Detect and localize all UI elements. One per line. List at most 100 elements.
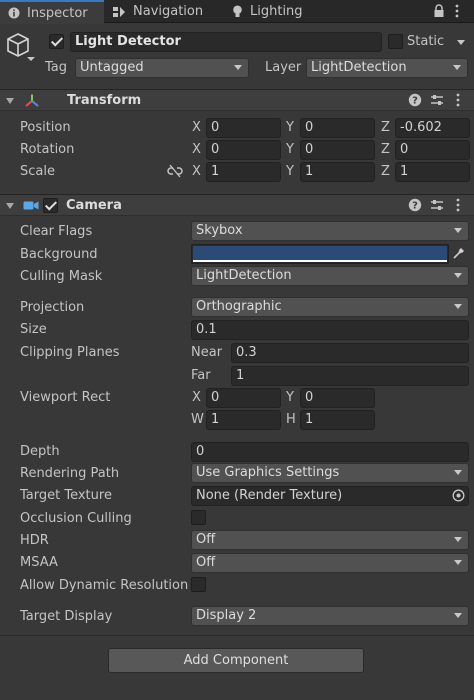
rotation-y-field[interactable]: 0 (300, 140, 375, 160)
scale-x-axis-label[interactable]: X (192, 164, 201, 179)
tab-inspector[interactable]: Inspector (0, 0, 104, 24)
rotation-label: Rotation (20, 142, 75, 157)
target-display-label: Target Display (20, 609, 113, 624)
viewport-w-field[interactable]: 1 (206, 410, 281, 430)
viewport-x-label[interactable]: X (192, 390, 201, 405)
tag-dropdown[interactable]: Untagged (75, 58, 249, 78)
layer-dropdown[interactable]: LightDetection (306, 58, 468, 78)
rotation-x-field[interactable]: 0 (206, 140, 281, 160)
kebab-menu-icon[interactable] (456, 93, 460, 110)
gameobject-cube-icon[interactable] (6, 32, 36, 67)
scale-y-axis-label[interactable]: Y (286, 164, 294, 179)
viewport-x-field[interactable]: 0 (206, 388, 281, 408)
info-icon (8, 7, 20, 19)
divider (0, 635, 474, 636)
static-dropdown-caret[interactable] (457, 40, 465, 45)
position-y-field[interactable]: 0 (300, 118, 375, 138)
eyedropper-icon[interactable] (452, 246, 466, 263)
projection-value: Orthographic (196, 299, 282, 314)
clear-flags-dropdown[interactable]: Skybox (191, 221, 469, 241)
scale-y-field[interactable]: 1 (300, 162, 375, 182)
gameobject-active-checkbox[interactable] (49, 34, 64, 49)
background-color-field[interactable] (191, 244, 449, 264)
static-checkbox[interactable] (388, 34, 403, 49)
rotation-x-axis-label[interactable]: X (192, 142, 201, 157)
foldout-arrow-icon[interactable] (6, 98, 14, 104)
help-icon[interactable]: ? (408, 93, 422, 110)
far-field[interactable]: 1 (231, 366, 469, 386)
foldout-arrow-icon[interactable] (6, 203, 14, 209)
chevron-down-icon (454, 537, 462, 542)
camera-icon (23, 199, 39, 215)
clear-flags-label: Clear Flags (20, 224, 93, 239)
svg-text:?: ? (412, 201, 418, 212)
static-label: Static (407, 34, 445, 49)
chevron-down-icon (453, 65, 461, 70)
target-display-dropdown[interactable]: Display 2 (191, 606, 469, 626)
near-label[interactable]: Near (191, 345, 222, 360)
gameobject-name-field[interactable]: Light Detector (70, 32, 382, 52)
culling-mask-label: Culling Mask (20, 269, 103, 284)
preset-sliders-icon[interactable] (430, 198, 444, 215)
msaa-label: MSAA (20, 555, 58, 570)
projection-dropdown[interactable]: Orthographic (191, 297, 469, 317)
chevron-down-icon (454, 228, 462, 233)
size-field[interactable]: 0.1 (191, 320, 469, 340)
add-component-button[interactable]: Add Component (108, 648, 364, 673)
scale-z-axis-label[interactable]: Z (381, 164, 390, 179)
depth-field[interactable]: 0 (191, 442, 469, 462)
scale-z-field[interactable]: 1 (395, 162, 470, 182)
layer-value: LightDetection (311, 60, 407, 75)
tab-label: Lighting (250, 4, 303, 19)
help-icon[interactable]: ? (408, 198, 422, 215)
rotation-z-axis-label[interactable]: Z (381, 142, 390, 157)
projection-label: Projection (20, 300, 85, 315)
clear-flags-value: Skybox (196, 223, 243, 238)
position-z-field[interactable]: -0.602 (395, 118, 470, 138)
kebab-menu-icon[interactable] (456, 198, 460, 215)
background-label: Background (20, 247, 98, 262)
rotation-z-field[interactable]: 0 (395, 140, 470, 160)
camera-title: Camera (66, 198, 122, 213)
chevron-down-icon (454, 470, 462, 475)
allow-dynamic-resolution-checkbox[interactable] (191, 577, 206, 592)
rendering-path-dropdown[interactable]: Use Graphics Settings (191, 463, 469, 483)
viewport-h-label[interactable]: H (286, 412, 296, 427)
occlusion-culling-label: Occlusion Culling (20, 511, 132, 526)
viewport-w-label[interactable]: W (191, 412, 204, 427)
lock-icon[interactable] (433, 4, 445, 21)
chevron-down-icon (454, 304, 462, 309)
camera-component-header[interactable]: Camera ? (0, 194, 474, 216)
tab-navigation[interactable]: Navigation (112, 0, 203, 23)
near-field[interactable]: 0.3 (231, 343, 469, 363)
constrain-proportions-link-icon[interactable] (167, 164, 183, 181)
preset-sliders-icon[interactable] (430, 93, 444, 110)
viewport-y-field[interactable]: 0 (300, 388, 375, 408)
layer-label: Layer (265, 60, 302, 75)
msaa-dropdown[interactable]: Off (191, 553, 469, 573)
object-picker-icon[interactable] (452, 489, 465, 505)
target-texture-value: None (Render Texture) (196, 488, 343, 503)
viewport-y-label[interactable]: Y (286, 390, 294, 405)
far-label[interactable]: Far (191, 368, 211, 383)
culling-mask-value: LightDetection (196, 268, 292, 283)
chevron-down-icon (454, 560, 462, 565)
culling-mask-dropdown[interactable]: LightDetection (191, 266, 469, 286)
scale-x-field[interactable]: 1 (206, 162, 281, 182)
viewport-h-field[interactable]: 1 (300, 410, 375, 430)
rotation-y-axis-label[interactable]: Y (286, 142, 294, 157)
position-x-field[interactable]: 0 (206, 118, 281, 138)
position-x-axis-label[interactable]: X (192, 120, 201, 135)
position-z-axis-label[interactable]: Z (381, 120, 390, 135)
occlusion-culling-checkbox[interactable] (191, 510, 206, 525)
tab-lighting[interactable]: Lighting (232, 0, 303, 23)
chevron-down-icon (454, 613, 462, 618)
hdr-dropdown[interactable]: Off (191, 530, 469, 550)
kebab-menu-icon[interactable] (455, 4, 459, 21)
window-tab-bar: Inspector Navigation Lighting (0, 0, 474, 24)
target-texture-field[interactable]: None (Render Texture) (191, 486, 469, 506)
rendering-path-label: Rendering Path (20, 466, 120, 481)
transform-component-header[interactable]: Transform ? (0, 89, 474, 111)
position-y-axis-label[interactable]: Y (286, 120, 294, 135)
camera-enabled-checkbox[interactable] (43, 198, 58, 213)
